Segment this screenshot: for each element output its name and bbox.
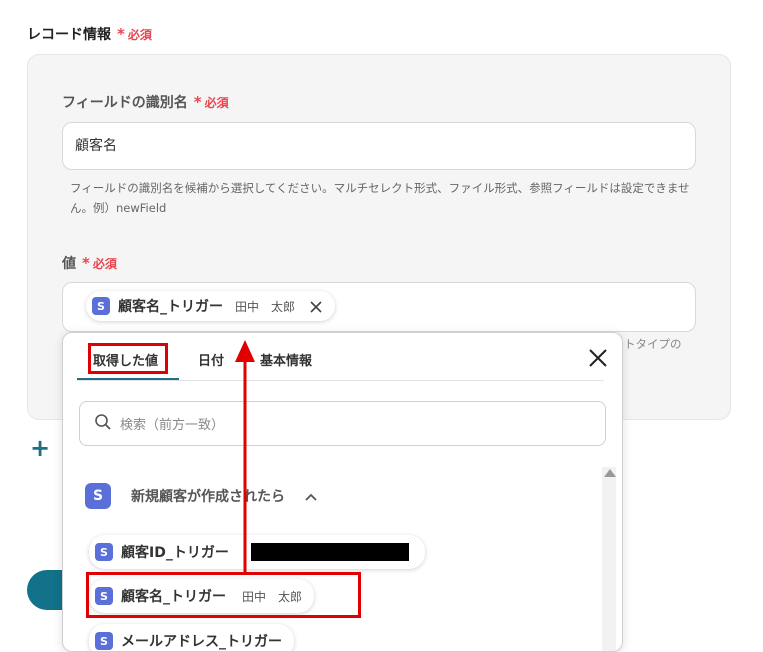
field-id-help: フィールドの識別名を候補から選択してください。マルチセレクト形式、ファイル形式、… <box>70 181 690 215</box>
field-id-label: フィールドの識別名 * 必須 <box>62 93 229 111</box>
scroll-up-arrow-icon[interactable] <box>604 469 616 477</box>
required-mark: * 必須 <box>193 93 229 111</box>
service-s-icon: S <box>95 632 113 650</box>
chip-remove-icon[interactable] <box>309 299 323 313</box>
tab-divider <box>77 380 604 381</box>
highlight-box-item <box>86 572 361 618</box>
add-row-button[interactable]: + <box>30 436 50 460</box>
field-id-input[interactable]: 顧客名 <box>62 122 696 170</box>
close-icon[interactable] <box>587 347 609 369</box>
required-mark: * 必須 <box>117 25 152 43</box>
group-title: 新規顧客が作成されたら <box>131 489 285 505</box>
list-item[interactable]: S メールアドレス_トリガー <box>89 624 294 651</box>
highlight-box-tab <box>88 343 168 374</box>
scrollbar[interactable] <box>602 467 616 651</box>
help-text-fragment: トタイプの <box>624 337 682 351</box>
chevron-up-icon <box>305 487 317 506</box>
item-label: メールアドレス_トリガー <box>121 634 282 650</box>
search-icon <box>94 413 112 435</box>
trigger-group-header[interactable]: S 新規顧客が作成されたら <box>85 483 317 509</box>
chip-label: 顧客名_トリガー <box>118 299 223 315</box>
value-label: 値 * 必須 <box>62 254 117 272</box>
redacted-value <box>250 543 409 561</box>
service-s-icon: S <box>95 543 113 561</box>
section-title-text: レコード情報 <box>27 27 111 43</box>
chip-value: 田中 太郎 <box>235 299 296 314</box>
tab-basic-info[interactable]: 基本情報 <box>260 350 312 369</box>
required-mark: * 必須 <box>82 254 117 272</box>
search-placeholder: 検索（前方一致） <box>120 418 225 433</box>
arrow-up-icon <box>235 340 255 572</box>
item-label: 顧客ID_トリガー <box>121 545 229 561</box>
service-s-icon: S <box>92 297 110 315</box>
search-field[interactable]: 検索（前方一致） <box>79 401 606 446</box>
service-s-icon: S <box>85 483 111 509</box>
tab-date[interactable]: 日付 <box>198 350 224 369</box>
section-title: レコード情報 * 必須 <box>27 24 152 44</box>
value-chip[interactable]: S 顧客名_トリガー 田中 太郎 <box>86 291 336 321</box>
